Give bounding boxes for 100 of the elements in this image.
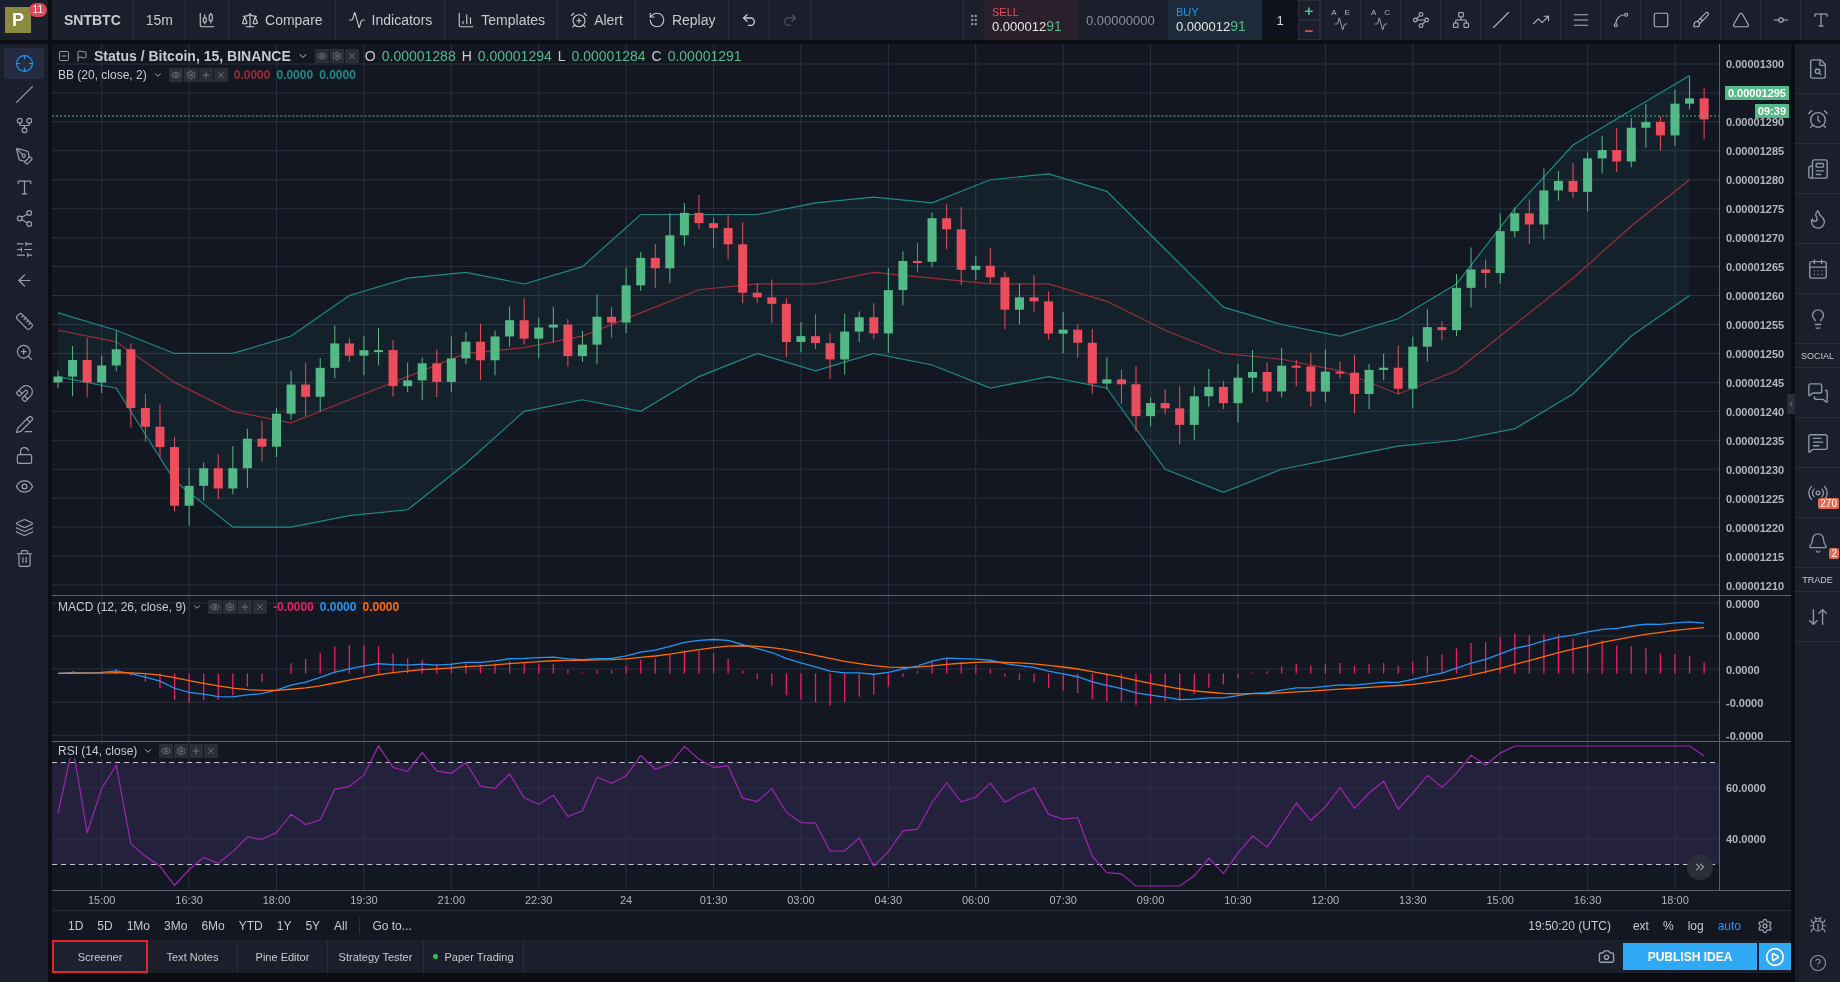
range-button[interactable]: 1D xyxy=(62,916,90,935)
time-tick: 16:30 xyxy=(175,894,203,906)
notification-badge: 11 xyxy=(28,3,47,17)
price-tick: 0.00001235 xyxy=(1726,435,1785,447)
close-icon xyxy=(255,602,266,612)
close-icon xyxy=(215,70,226,80)
range-button[interactable]: 5D xyxy=(91,916,119,935)
symbol-button[interactable]: SNTBTC xyxy=(52,0,134,40)
panel-tab[interactable]: Text Notes xyxy=(148,940,238,973)
remove-button[interactable] xyxy=(344,49,359,63)
value-tick: 60.0000 xyxy=(1726,782,1766,794)
toolbar-button[interactable]: Replay xyxy=(635,0,729,40)
last-price-tag: 0.00001295 xyxy=(1724,86,1789,100)
value-tick: -0.0000 xyxy=(1726,696,1764,709)
indicator-label: MACD (12, 26, close, 9) xyxy=(58,600,187,614)
sliders-icon xyxy=(14,240,34,259)
eye-icon xyxy=(316,51,327,61)
ohlc-key: H xyxy=(461,48,472,64)
value-tick: 0.0000 xyxy=(1726,630,1760,643)
panel-tab[interactable]: Screener xyxy=(52,940,148,973)
scale-icon xyxy=(241,11,259,29)
ohlc-key: C xyxy=(651,48,662,64)
time-tick: 06:00 xyxy=(962,894,990,906)
bell-icon xyxy=(1806,531,1829,554)
play-button[interactable] xyxy=(1759,943,1791,970)
flag-icon xyxy=(76,50,88,62)
panel-tab[interactable]: Paper Trading xyxy=(424,940,524,973)
plus-icon xyxy=(200,70,211,80)
indicator-value: -0.0000 xyxy=(273,600,314,614)
pencil-icon xyxy=(14,415,34,434)
symbol-title: Status / Bitcoin, 15, BINANCE xyxy=(94,48,291,64)
drawing-tool-button[interactable]: A E xyxy=(1320,0,1360,40)
price-tick: 0.00001285 xyxy=(1726,145,1785,157)
clock: 19:50:20 (UTC) xyxy=(1528,918,1611,933)
tool-button[interactable] xyxy=(4,48,44,79)
visibility-button[interactable] xyxy=(314,49,329,63)
remove-button[interactable] xyxy=(253,600,268,614)
range-button[interactable]: 3Mo xyxy=(158,916,194,935)
candlestick-icon xyxy=(198,11,216,29)
range-button[interactable]: 1Mo xyxy=(120,916,157,935)
buy-button[interactable]: BUY 0.00001291 xyxy=(1168,0,1262,40)
range-button[interactable]: YTD xyxy=(232,916,269,935)
scale-toggle[interactable]: % xyxy=(1656,916,1680,935)
price-tick: 0.00001245 xyxy=(1726,377,1785,389)
visibility-button[interactable] xyxy=(168,68,183,82)
close-icon xyxy=(206,746,217,756)
help-icon xyxy=(1808,954,1827,972)
visibility-button[interactable] xyxy=(208,600,223,614)
scale-toggle[interactable]: log xyxy=(1681,916,1710,935)
toolbar-button[interactable]: Indicators xyxy=(335,0,446,40)
toolbar-button[interactable]: Compare xyxy=(229,0,336,40)
line-tool-icon xyxy=(14,85,34,104)
settings-button[interactable] xyxy=(329,49,344,63)
message-icon xyxy=(1806,431,1829,454)
sell-button[interactable]: SELL 0.00001291 xyxy=(984,0,1078,40)
time-tick: 19:30 xyxy=(350,894,378,906)
countdown-tag: 09:39 xyxy=(1754,104,1789,118)
layers-icon xyxy=(14,518,34,537)
range-button[interactable]: All xyxy=(328,916,354,935)
settings-button[interactable] xyxy=(223,600,238,614)
scroll-to-latest-button[interactable] xyxy=(1687,854,1713,880)
scale-toggle[interactable]: ext xyxy=(1626,916,1655,935)
price-tick: 0.00001265 xyxy=(1726,261,1785,273)
pen-icon xyxy=(14,147,34,166)
range-button[interactable]: 6Mo xyxy=(195,916,231,935)
pitchfork-icon xyxy=(14,116,34,135)
remove-button[interactable] xyxy=(204,744,219,758)
panel-tab[interactable]: Pine Editor xyxy=(238,940,328,973)
quantity-field[interactable]: 1 xyxy=(1262,0,1298,40)
text-tool-icon xyxy=(1811,11,1830,29)
remove-button[interactable] xyxy=(213,68,228,82)
decrease-button[interactable]: − xyxy=(1298,20,1320,40)
value-tick: 0.0000 xyxy=(1726,663,1760,676)
avatar[interactable]: P xyxy=(5,7,31,33)
point-letter: E xyxy=(1344,9,1350,17)
pattern-icon xyxy=(14,209,34,228)
point-letter: C xyxy=(1384,9,1391,17)
toolbar-button[interactable]: Alert xyxy=(558,0,636,40)
increase-button[interactable]: + xyxy=(1298,0,1320,20)
alarm-clock-icon xyxy=(570,11,589,29)
ruler-icon xyxy=(14,312,34,331)
fan-icon xyxy=(1611,11,1630,29)
ohlc-key: L xyxy=(557,48,566,64)
eye-icon xyxy=(170,70,181,80)
drawing-tool-button[interactable]: A C xyxy=(1360,0,1400,40)
price-tick: 0.00001300 xyxy=(1726,58,1785,70)
eye-icon xyxy=(210,602,221,612)
settings-button[interactable] xyxy=(183,68,198,82)
visibility-button[interactable] xyxy=(159,744,174,758)
magnet-icon xyxy=(14,384,34,403)
collapse-handle[interactable] xyxy=(1787,394,1795,414)
price-tick: 0.00001230 xyxy=(1726,464,1785,476)
range-button[interactable]: 5Y xyxy=(299,916,327,935)
goto-button[interactable]: Go to... xyxy=(366,916,418,935)
scale-toggle[interactable]: auto xyxy=(1711,916,1747,935)
time-tick: 07:30 xyxy=(1049,894,1077,906)
panel-tab[interactable]: Strategy Tester xyxy=(328,940,424,973)
range-button[interactable]: 1Y xyxy=(270,916,298,935)
toolbar-button[interactable]: Templates xyxy=(445,0,559,40)
interval-button[interactable]: 15m xyxy=(133,0,186,40)
